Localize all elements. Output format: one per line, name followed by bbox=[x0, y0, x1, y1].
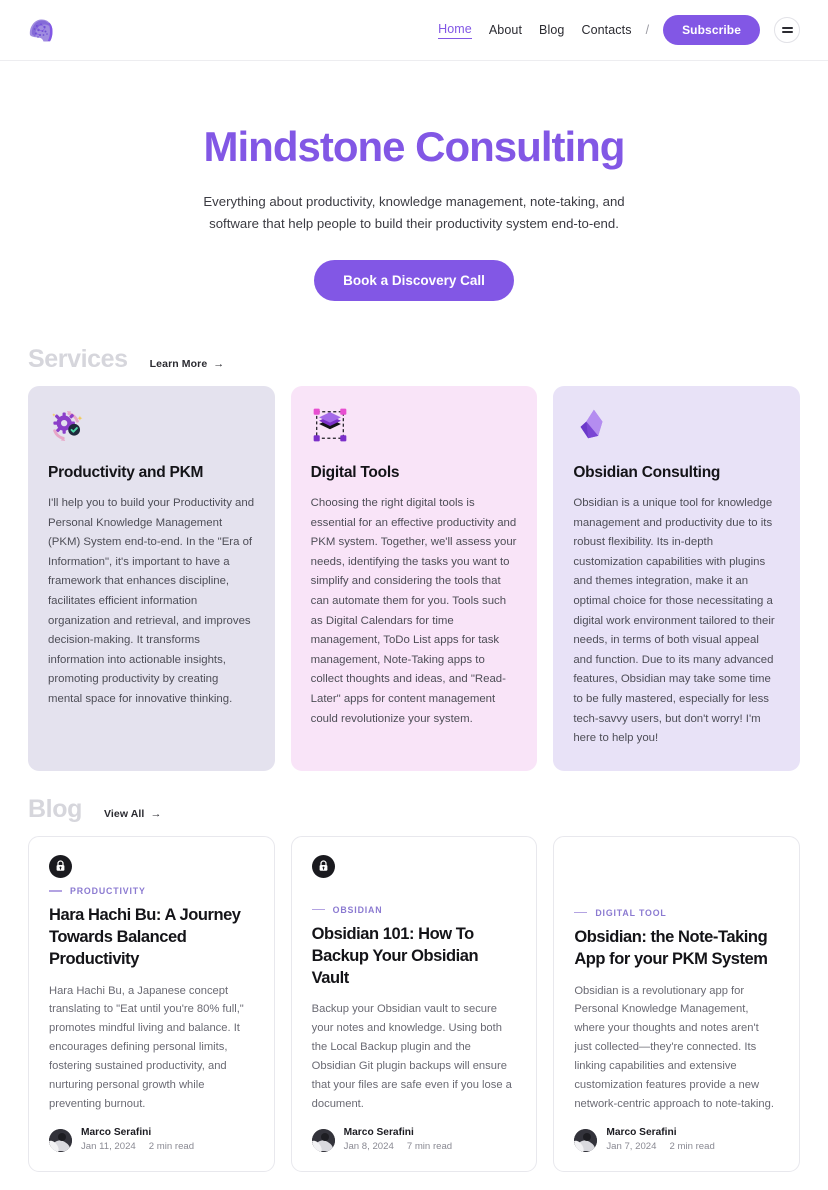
post-date: Jan 8, 2024 bbox=[343, 1141, 394, 1153]
subscribe-button[interactable]: Subscribe bbox=[663, 15, 760, 45]
nav-item-contacts[interactable]: Contacts bbox=[581, 23, 631, 37]
service-card[interactable]: Productivity and PKM I'll help you to bu… bbox=[28, 385, 275, 771]
service-card[interactable]: Obsidian Consulting Obsidian is a unique… bbox=[553, 385, 800, 771]
hero-subtitle: Everything about productivity, knowledge… bbox=[203, 194, 625, 231]
blog-post-excerpt: Obsidian is a revolutionary app for Pers… bbox=[574, 984, 774, 1110]
blog-post-title: Obsidian: the Note-Taking App for your P… bbox=[574, 927, 768, 968]
post-read-time: 2 min read bbox=[148, 1141, 195, 1153]
blog-post-card[interactable]: OBSIDIAN Obsidian 101: How To Backup You… bbox=[290, 835, 538, 1173]
services-heading: Services bbox=[28, 344, 128, 373]
service-card-title: Productivity and PKM bbox=[48, 463, 204, 481]
blog-post-card[interactable]: DIGITAL TOOL Obsidian: the Note-Taking A… bbox=[553, 835, 800, 1173]
services-section-head: Services Learn More → bbox=[28, 345, 800, 374]
post-meta-line: Jan 7, 2024 2 min read bbox=[606, 1141, 714, 1153]
locked-badge bbox=[49, 854, 72, 878]
blog-card-spacer bbox=[574, 855, 779, 908]
blog-post-title: Obsidian 101: How To Backup Your Obsidia… bbox=[311, 924, 479, 987]
author-meta: Marco Serafini Jan 7, 2024 2 min read bbox=[606, 1127, 714, 1153]
services-learn-more-link[interactable]: Learn More → bbox=[150, 358, 225, 370]
hamburger-menu-icon bbox=[781, 25, 793, 35]
blog-view-all-link[interactable]: View All → bbox=[104, 808, 162, 820]
author-name: Marco Serafini bbox=[343, 1127, 414, 1139]
blog-card-grid: PRODUCTIVITY Hara Hachi Bu: A Journey To… bbox=[28, 835, 800, 1173]
service-card-body: Choosing the right digital tools is esse… bbox=[310, 496, 517, 725]
service-card-title: Obsidian Consulting bbox=[573, 463, 721, 481]
tag-dash-icon bbox=[574, 912, 588, 914]
locked-badge bbox=[311, 854, 335, 878]
avatar-image bbox=[49, 1128, 72, 1152]
lock-icon bbox=[56, 860, 65, 872]
blog-card-spacer bbox=[312, 886, 517, 905]
post-read-time: 7 min read bbox=[406, 1141, 453, 1153]
hero-section: Mindstone Consulting Everything about pr… bbox=[0, 61, 828, 345]
blog-post-footer: Marco Serafini Jan 11, 2024 2 min read bbox=[49, 1127, 254, 1153]
author-meta: Marco Serafini Jan 8, 2024 7 min read bbox=[344, 1127, 452, 1153]
page-title: Mindstone Consulting bbox=[203, 123, 626, 170]
lock-icon bbox=[319, 860, 328, 872]
nav-item-about[interactable]: About bbox=[489, 23, 522, 37]
mindstone-head-logo-icon bbox=[29, 19, 53, 42]
nav-separator: / bbox=[645, 23, 650, 37]
avatar-image bbox=[574, 1128, 598, 1152]
blog-heading: Blog bbox=[28, 794, 82, 823]
layered-stack-select-icon bbox=[313, 408, 346, 442]
blog-post-excerpt: Backup your Obsidian vault to secure you… bbox=[311, 1003, 512, 1110]
blog-category-tag: OBSIDIAN bbox=[311, 904, 517, 915]
post-date: Jan 11, 2024 bbox=[81, 1141, 136, 1153]
blog-category-tag: DIGITAL TOOL bbox=[574, 908, 779, 918]
author-avatar bbox=[311, 1128, 335, 1152]
post-meta-line: Jan 8, 2024 7 min read bbox=[344, 1141, 452, 1153]
post-date: Jan 7, 2024 bbox=[606, 1141, 657, 1153]
blog-category-label: PRODUCTIVITY bbox=[70, 885, 146, 896]
post-read-time: 2 min read bbox=[669, 1141, 715, 1153]
post-meta-line: Jan 11, 2024 2 min read bbox=[81, 1141, 194, 1153]
services-section: Services Learn More → Productivity and P… bbox=[0, 345, 828, 771]
arrow-right-icon: → bbox=[213, 357, 225, 370]
blog-view-all-label: View All bbox=[103, 807, 145, 820]
book-discovery-call-button[interactable]: Book a Discovery Call bbox=[314, 259, 514, 301]
logo-link[interactable] bbox=[26, 14, 60, 46]
hamburger-menu-button[interactable] bbox=[774, 17, 800, 43]
author-avatar bbox=[49, 1128, 72, 1152]
author-meta: Marco Serafini Jan 11, 2024 2 min read bbox=[81, 1127, 194, 1153]
gears-refresh-icon bbox=[52, 410, 83, 441]
blog-section-head: Blog View All → bbox=[28, 795, 800, 824]
blog-post-excerpt: Hara Hachi Bu, a Japanese concept transl… bbox=[49, 984, 244, 1110]
site-header: Home About Blog Contacts / Subscribe bbox=[0, 0, 828, 61]
blog-category-tag: PRODUCTIVITY bbox=[49, 886, 254, 896]
header-nav-right: Home About Blog Contacts / Subscribe bbox=[438, 15, 800, 45]
blog-post-footer: Marco Serafini Jan 8, 2024 7 min read bbox=[311, 1127, 517, 1153]
blog-category-label: DIGITAL TOOL bbox=[595, 907, 667, 918]
service-card-title: Digital Tools bbox=[310, 463, 400, 481]
blog-post-footer: Marco Serafini Jan 7, 2024 2 min read bbox=[574, 1127, 779, 1153]
main-navigation: Home About Blog Contacts bbox=[438, 22, 631, 39]
tag-dash-icon bbox=[49, 890, 62, 892]
blog-category-label: OBSIDIAN bbox=[332, 904, 383, 915]
service-card-body: Obsidian is a unique tool for knowledge … bbox=[573, 496, 775, 745]
blog-section: Blog View All → PRODUCTIVITY Hara Hachi bbox=[0, 795, 828, 1173]
avatar-image bbox=[311, 1128, 335, 1152]
obsidian-gem-icon bbox=[580, 409, 603, 439]
nav-item-blog[interactable]: Blog bbox=[539, 23, 564, 37]
arrow-right-icon: → bbox=[150, 807, 162, 820]
author-name: Marco Serafini bbox=[606, 1127, 677, 1139]
tag-dash-icon bbox=[311, 908, 325, 911]
service-card-body: I'll help you to build your Productivity… bbox=[48, 496, 255, 706]
author-avatar bbox=[574, 1128, 598, 1152]
page-bottom-spacer bbox=[0, 1172, 828, 1190]
services-card-grid: Productivity and PKM I'll help you to bu… bbox=[28, 385, 800, 771]
nav-item-home[interactable]: Home bbox=[438, 22, 472, 39]
author-name: Marco Serafini bbox=[81, 1127, 152, 1139]
service-card[interactable]: Digital Tools Choosing the right digital… bbox=[290, 385, 538, 771]
blog-post-card[interactable]: PRODUCTIVITY Hara Hachi Bu: A Journey To… bbox=[28, 835, 275, 1173]
services-learn-more-label: Learn More bbox=[149, 357, 208, 370]
blog-post-title: Hara Hachi Bu: A Journey Towards Balance… bbox=[49, 905, 241, 968]
